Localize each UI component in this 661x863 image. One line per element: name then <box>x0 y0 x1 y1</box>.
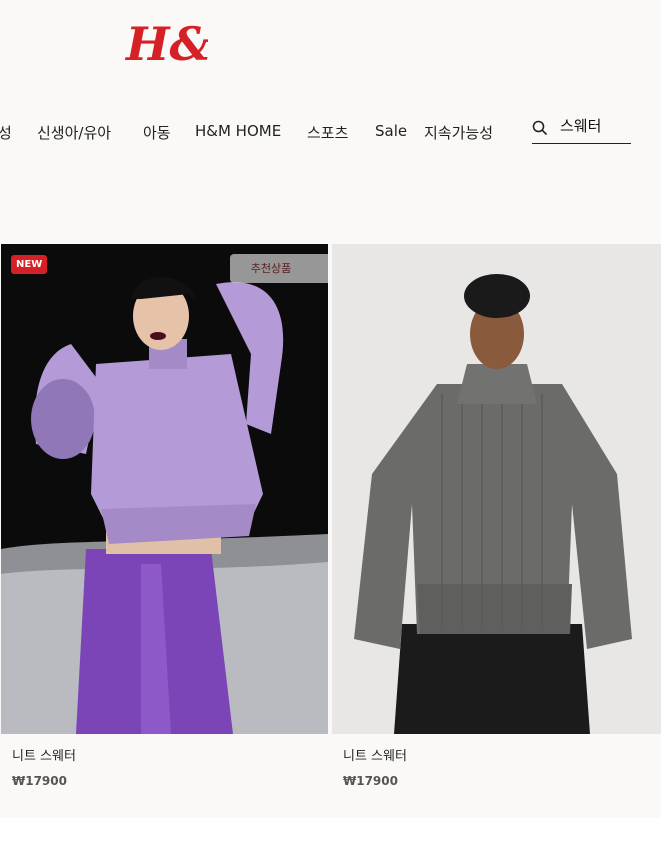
logo-text: H&M <box>124 17 208 71</box>
nav-item-home[interactable]: H&M HOME <box>195 122 281 140</box>
nav-item-partial[interactable]: 성 <box>0 122 12 143</box>
nav-item-kids[interactable]: 아동 <box>143 122 171 143</box>
recommend-badge: 추천상품 <box>230 254 328 283</box>
search-input[interactable] <box>560 112 630 138</box>
product-price: ₩17900 <box>343 774 398 788</box>
product-photo-grey-sweater <box>354 274 632 734</box>
product-name[interactable]: 니트 스웨터 <box>343 745 407 764</box>
search-icon[interactable] <box>532 120 548 136</box>
product-card[interactable]: NEW 추천상품 니트 스웨터 ₩17900 <box>1 244 328 788</box>
hm-logo[interactable]: H&M <box>124 14 264 74</box>
nav-item-sale[interactable]: Sale <box>375 122 407 140</box>
new-badge: NEW <box>11 255 48 274</box>
hm-logo-mark: H&M <box>124 17 264 71</box>
product-image[interactable] <box>332 244 661 734</box>
page: H&M 성 신생아/유아 아동 H&M HOME 스포츠 Sale 지속가능성 <box>0 0 661 863</box>
product-image[interactable]: NEW 추천상품 <box>1 244 328 734</box>
product-card[interactable]: 니트 스웨터 ₩17900 <box>332 244 661 788</box>
nav-item-sustainability[interactable]: 지속가능성 <box>424 122 493 143</box>
product-name[interactable]: 니트 스웨터 <box>12 745 76 764</box>
nav-item-sports[interactable]: 스포츠 <box>307 122 348 143</box>
product-photo-purple-sweater <box>1 277 328 734</box>
footer-band <box>0 818 661 863</box>
product-price: ₩17900 <box>12 774 67 788</box>
search-box[interactable] <box>532 108 631 144</box>
nav-item-baby[interactable]: 신생아/유아 <box>37 122 111 143</box>
